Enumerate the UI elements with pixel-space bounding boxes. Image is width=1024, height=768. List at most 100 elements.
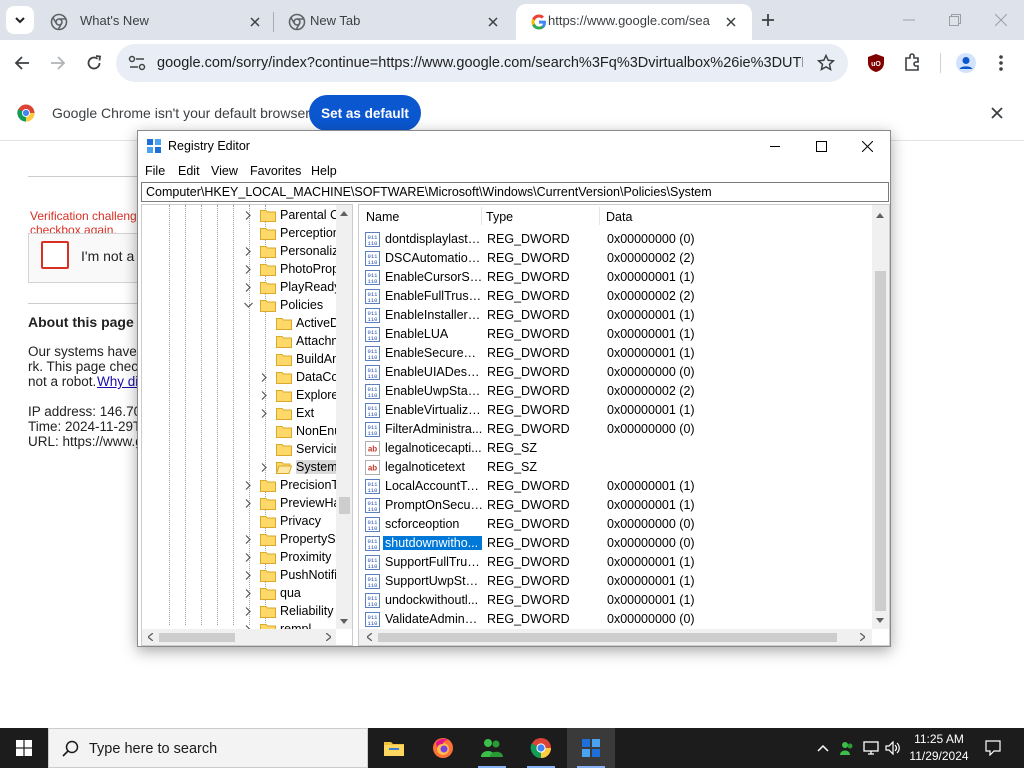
- registry-address-bar[interactable]: Computer\HKEY_LOCAL_MACHINE\SOFTWARE\Mic…: [141, 182, 889, 202]
- registry-value-row[interactable]: 011 110 EnableVirtualizat... REG_DWORD 0x000…: [359, 401, 873, 420]
- registry-close-button[interactable]: [844, 131, 890, 161]
- tab-whats-new[interactable]: What's New: [36, 4, 272, 40]
- registry-value-row[interactable]: 011 110 EnableUIADeskt... REG_DWORD 0x000000…: [359, 363, 873, 382]
- registry-value-row[interactable]: 011 110 undockwithoutl... REG_DWORD 0x000000…: [359, 591, 873, 610]
- tree-scroll-thumb[interactable]: [339, 497, 350, 514]
- expand-node-button[interactable]: [243, 480, 253, 490]
- registry-value-row[interactable]: 011 110 EnableCursorSu... REG_DWORD 0x000000…: [359, 268, 873, 287]
- people-tray-icon[interactable]: [836, 728, 858, 768]
- extensions-icon[interactable]: [903, 53, 921, 71]
- tab-search-button[interactable]: [6, 6, 34, 34]
- tree-node[interactable]: DataCol: [276, 368, 341, 386]
- registry-value-row[interactable]: 011 110 PromptOnSecur... REG_DWORD 0x0000000…: [359, 496, 873, 515]
- expand-node-button[interactable]: [259, 408, 269, 418]
- tree-node[interactable]: Explorer: [276, 386, 343, 404]
- tree-node[interactable]: Policies: [260, 296, 323, 314]
- taskbar-clock[interactable]: 11:25 AM 11/29/2024: [902, 731, 976, 765]
- expand-node-button[interactable]: [243, 588, 253, 598]
- forward-button[interactable]: [44, 49, 72, 77]
- tree-node[interactable]: Parental Cc: [260, 206, 345, 224]
- close-icon[interactable]: [991, 107, 1003, 119]
- profile-avatar-icon[interactable]: [955, 52, 977, 74]
- registry-title-bar[interactable]: Registry Editor: [138, 131, 890, 161]
- registry-value-row[interactable]: 011 110 dontdisplaylastu... REG_DWORD 0x0000…: [359, 230, 873, 249]
- registry-minimize-button[interactable]: [752, 131, 798, 161]
- registry-value-row[interactable]: 011 110 EnableFullTrustS... REG_DWORD 0x0000…: [359, 287, 873, 306]
- list-vertical-scrollbar[interactable]: [872, 205, 889, 629]
- tree-node[interactable]: PropertySy: [260, 530, 342, 548]
- registry-value-row[interactable]: 011 110 EnableSecureUI... REG_DWORD 0x000000…: [359, 344, 873, 363]
- tree-node[interactable]: PhotoPrope: [260, 260, 346, 278]
- tree-node[interactable]: PushNotific: [260, 566, 343, 584]
- tree-node[interactable]: Reliability: [260, 602, 334, 620]
- tab-new-tab[interactable]: New Tab: [274, 4, 514, 40]
- show-hidden-icons-button[interactable]: [812, 728, 834, 768]
- menu-view[interactable]: View: [211, 164, 238, 178]
- tab-google-search[interactable]: https://www.google.com/search: [516, 4, 752, 40]
- tree-node[interactable]: PlayReady: [260, 278, 340, 296]
- close-tab-icon[interactable]: [484, 13, 502, 31]
- tree-horizontal-scrollbar[interactable]: [142, 629, 336, 645]
- tree-node[interactable]: Personaliza: [260, 242, 345, 260]
- tree-node[interactable]: Privacy: [260, 512, 321, 530]
- volume-icon[interactable]: [882, 728, 904, 768]
- tree-hscroll-thumb[interactable]: [159, 633, 235, 642]
- tree-node[interactable]: BuildAn: [276, 350, 339, 368]
- column-header-data[interactable]: Data: [606, 210, 632, 224]
- start-button[interactable]: [0, 728, 48, 768]
- scroll-up-icon[interactable]: [872, 207, 888, 223]
- more-menu-icon[interactable]: [998, 55, 1004, 73]
- ublock-extension-icon[interactable]: uO: [866, 53, 886, 73]
- tree-node[interactable]: System: [276, 458, 338, 476]
- reload-button[interactable]: [80, 49, 108, 77]
- column-header-name[interactable]: Name: [366, 210, 399, 224]
- expand-node-button[interactable]: [243, 606, 253, 616]
- expand-node-button[interactable]: [243, 246, 253, 256]
- registry-value-row[interactable]: ab legalnoticecapti... REG_SZ: [359, 439, 873, 458]
- why-link[interactable]: Why di: [97, 374, 138, 389]
- notifications-button[interactable]: [978, 728, 1008, 768]
- minimize-button[interactable]: [886, 0, 932, 40]
- file-explorer-taskbar-icon[interactable]: [370, 728, 418, 768]
- scroll-up-icon[interactable]: [336, 205, 352, 221]
- tree-node[interactable]: NonEnu: [276, 422, 341, 440]
- expand-node-button[interactable]: [243, 534, 253, 544]
- star-icon[interactable]: [817, 54, 835, 72]
- menu-file[interactable]: File: [145, 164, 165, 178]
- close-tab-icon[interactable]: [246, 13, 264, 31]
- list-horizontal-scrollbar[interactable]: [359, 629, 872, 645]
- expand-node-button[interactable]: [259, 390, 269, 400]
- registry-value-row[interactable]: 011 110 scforceoption REG_DWORD 0x00000000 (…: [359, 515, 873, 534]
- collapse-node-button[interactable]: [243, 300, 253, 310]
- registry-value-row[interactable]: 011 110 DSCAutomation... REG_DWORD 0x0000000…: [359, 249, 873, 268]
- list-hscroll-thumb[interactable]: [378, 633, 837, 642]
- close-tab-icon[interactable]: [722, 13, 740, 31]
- people-taskbar-icon[interactable]: [468, 728, 516, 768]
- tree-node[interactable]: Servicin: [276, 440, 340, 458]
- tree-node[interactable]: PreviewHar: [260, 494, 345, 512]
- scroll-left-icon[interactable]: [142, 629, 158, 645]
- expand-node-button[interactable]: [243, 210, 253, 220]
- tree-vertical-scrollbar[interactable]: [336, 205, 352, 629]
- tree-node[interactable]: Attachm: [276, 332, 342, 350]
- scroll-down-icon[interactable]: [872, 612, 888, 628]
- registry-value-row[interactable]: 011 110 EnableLUA REG_DWORD 0x00000001 (1): [359, 325, 873, 344]
- expand-node-button[interactable]: [259, 372, 269, 382]
- registry-value-row[interactable]: 011 110 EnableInstallerD... REG_DWORD 0x0000…: [359, 306, 873, 325]
- expand-node-button[interactable]: [243, 264, 253, 274]
- address-bar[interactable]: google.com/sorry/index?continue=https://…: [116, 44, 848, 82]
- registry-editor-taskbar-icon[interactable]: [567, 728, 615, 768]
- site-info-icon[interactable]: [128, 55, 146, 71]
- tree-node[interactable]: Proximity: [260, 548, 331, 566]
- expand-node-button[interactable]: [259, 462, 269, 472]
- registry-value-row[interactable]: 011 110 FilterAdministra... REG_DWORD 0x0000…: [359, 420, 873, 439]
- expand-node-button[interactable]: [243, 552, 253, 562]
- set-as-default-button[interactable]: Set as default: [309, 95, 421, 131]
- menu-favorites[interactable]: Favorites: [250, 164, 301, 178]
- tree-node[interactable]: Perception: [260, 224, 340, 242]
- firefox-taskbar-icon[interactable]: [419, 728, 467, 768]
- tree-node[interactable]: PrecisionTo: [260, 476, 345, 494]
- menu-edit[interactable]: Edit: [178, 164, 200, 178]
- scroll-right-icon[interactable]: [320, 629, 336, 645]
- recaptcha-checkbox[interactable]: [41, 241, 69, 269]
